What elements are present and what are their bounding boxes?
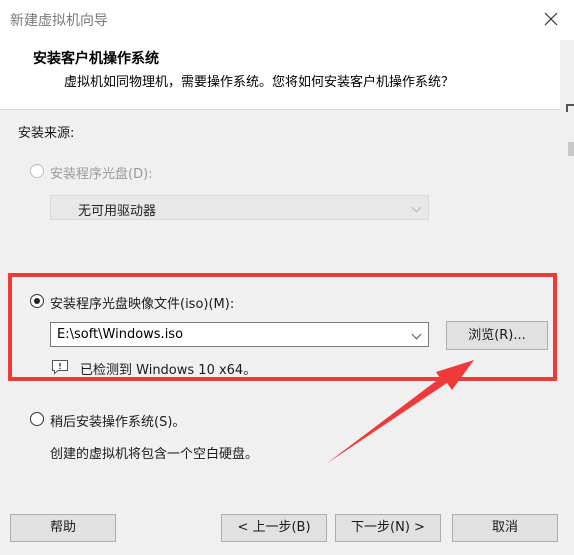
back-button[interactable]: < 上一步(B) — [221, 514, 327, 542]
annotation-arrow — [326, 360, 474, 464]
next-button[interactable]: 下一步(N) > — [335, 514, 441, 542]
help-button[interactable]: 帮助 — [10, 514, 116, 542]
cancel-button[interactable]: 取消 — [452, 514, 558, 542]
